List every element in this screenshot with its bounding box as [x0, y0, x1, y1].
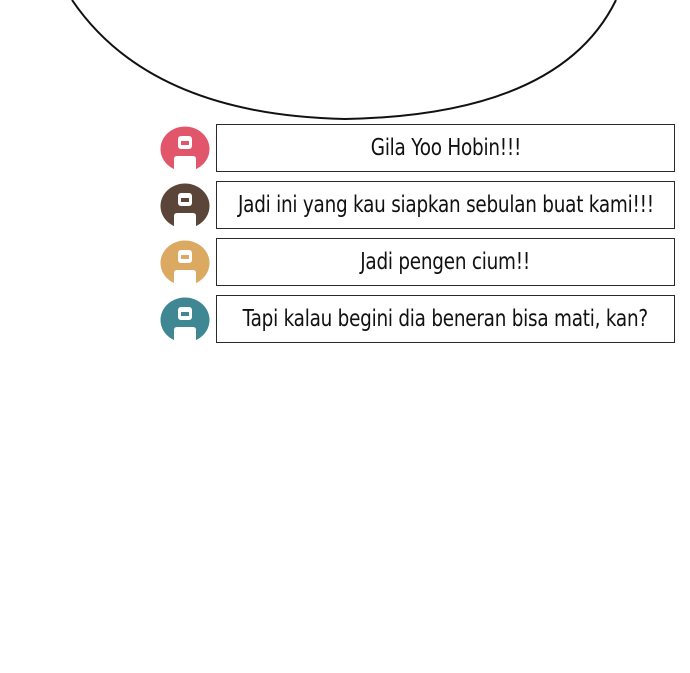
person-avatar-icon [160, 183, 210, 229]
chat-message-list: Gila Yoo Hobin!!! Jadi ini yang kau siap… [160, 124, 680, 352]
chat-message: Jadi pengen cium!! [160, 238, 680, 289]
message-box: Jadi ini yang kau siapkan sebulan buat k… [216, 181, 675, 229]
message-text: Jadi ini yang kau siapkan sebulan buat k… [237, 192, 654, 218]
message-box: Jadi pengen cium!! [216, 238, 675, 286]
message-box: Gila Yoo Hobin!!! [216, 124, 675, 172]
chat-message: Jadi ini yang kau siapkan sebulan buat k… [160, 181, 680, 232]
message-text: Gila Yoo Hobin!!! [370, 135, 521, 161]
message-text: Jadi pengen cium!! [360, 249, 531, 275]
person-avatar-icon [160, 126, 210, 172]
message-text: Tapi kalau begini dia beneran bisa mati,… [242, 306, 649, 332]
chat-message: Gila Yoo Hobin!!! [160, 124, 680, 175]
message-box: Tapi kalau begini dia beneran bisa mati,… [216, 295, 675, 343]
person-avatar-icon [160, 297, 210, 343]
speech-bubble-outline [71, 0, 617, 121]
person-avatar-icon [160, 240, 210, 286]
chat-message: Tapi kalau begini dia beneran bisa mati,… [160, 295, 680, 346]
